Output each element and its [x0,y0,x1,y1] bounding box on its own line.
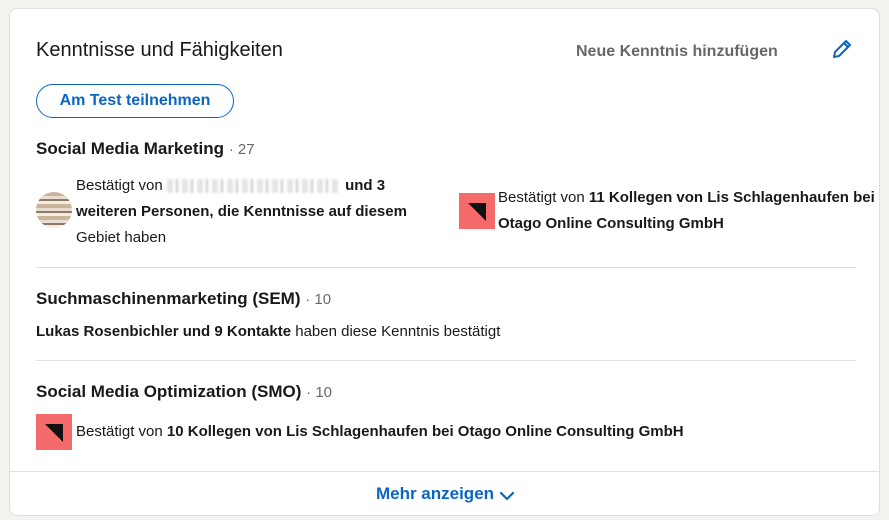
company-logo [36,414,72,450]
skills-card: Kenntnisse und Fähigkeiten Neue Kenntnis… [9,8,880,516]
section-title: Kenntnisse und Fähigkeiten [36,39,283,61]
endorsement-suffix: Gebiet haben [76,229,167,246]
endorsement-text-colleagues[interactable]: Bestätigt von 11 Kollegen von Lis Schlag… [498,185,878,237]
take-test-button[interactable]: Am Test teilnehmen [36,84,234,118]
divider [36,360,856,361]
endorsement-prefix: Bestätigt von [498,189,589,206]
divider [36,267,856,268]
skill-item-smo[interactable]: Social Media Optimization (SMO) · 10 [36,382,332,402]
chevron-down-icon [499,491,515,501]
skill-name: Social Media Marketing [36,139,224,158]
skill-item-sem[interactable]: Suchmaschinenmarketing (SEM) · 10 [36,289,331,309]
skill-item-social-media-marketing[interactable]: Social Media Marketing · 27 [36,139,255,159]
endorsement-text-colleagues[interactable]: Bestätigt von 10 Kollegen von Lis Schlag… [76,419,684,445]
pencil-icon[interactable] [830,37,854,61]
company-logo [459,193,495,229]
endorsement-prefix: Bestätigt von [76,423,167,440]
endorsement-count: · 10 [306,384,333,401]
endorsement-count: · 27 [228,141,255,158]
show-more-label: Mehr anzeigen [375,484,495,503]
skill-name: Suchmaschinenmarketing (SEM) [36,289,301,308]
endorsement-suffix: haben diese Kenntnis bestätigt [291,323,501,340]
endorsement-bold: 10 Kollegen von Lis Schlagenhaufen bei O… [166,423,684,440]
endorsement-text-people[interactable]: Bestätigt von und 3 weiteren Personen, d… [76,173,426,251]
endorsement-count: · 10 [305,291,332,308]
avatar[interactable] [36,192,72,228]
redacted-name [166,179,341,194]
add-skill-link[interactable]: Neue Kenntnis hinzufügen [576,43,778,61]
skill-name: Social Media Optimization (SMO) [36,382,302,401]
endorsement-bold: Lukas Rosenbichler und 9 Kontakte [36,323,292,340]
endorsement-prefix: Bestätigt von [76,177,167,194]
endorsement-text[interactable]: Lukas Rosenbichler und 9 Kontakte haben … [36,319,500,345]
show-more-button[interactable]: Mehr anzeigen [10,472,879,515]
